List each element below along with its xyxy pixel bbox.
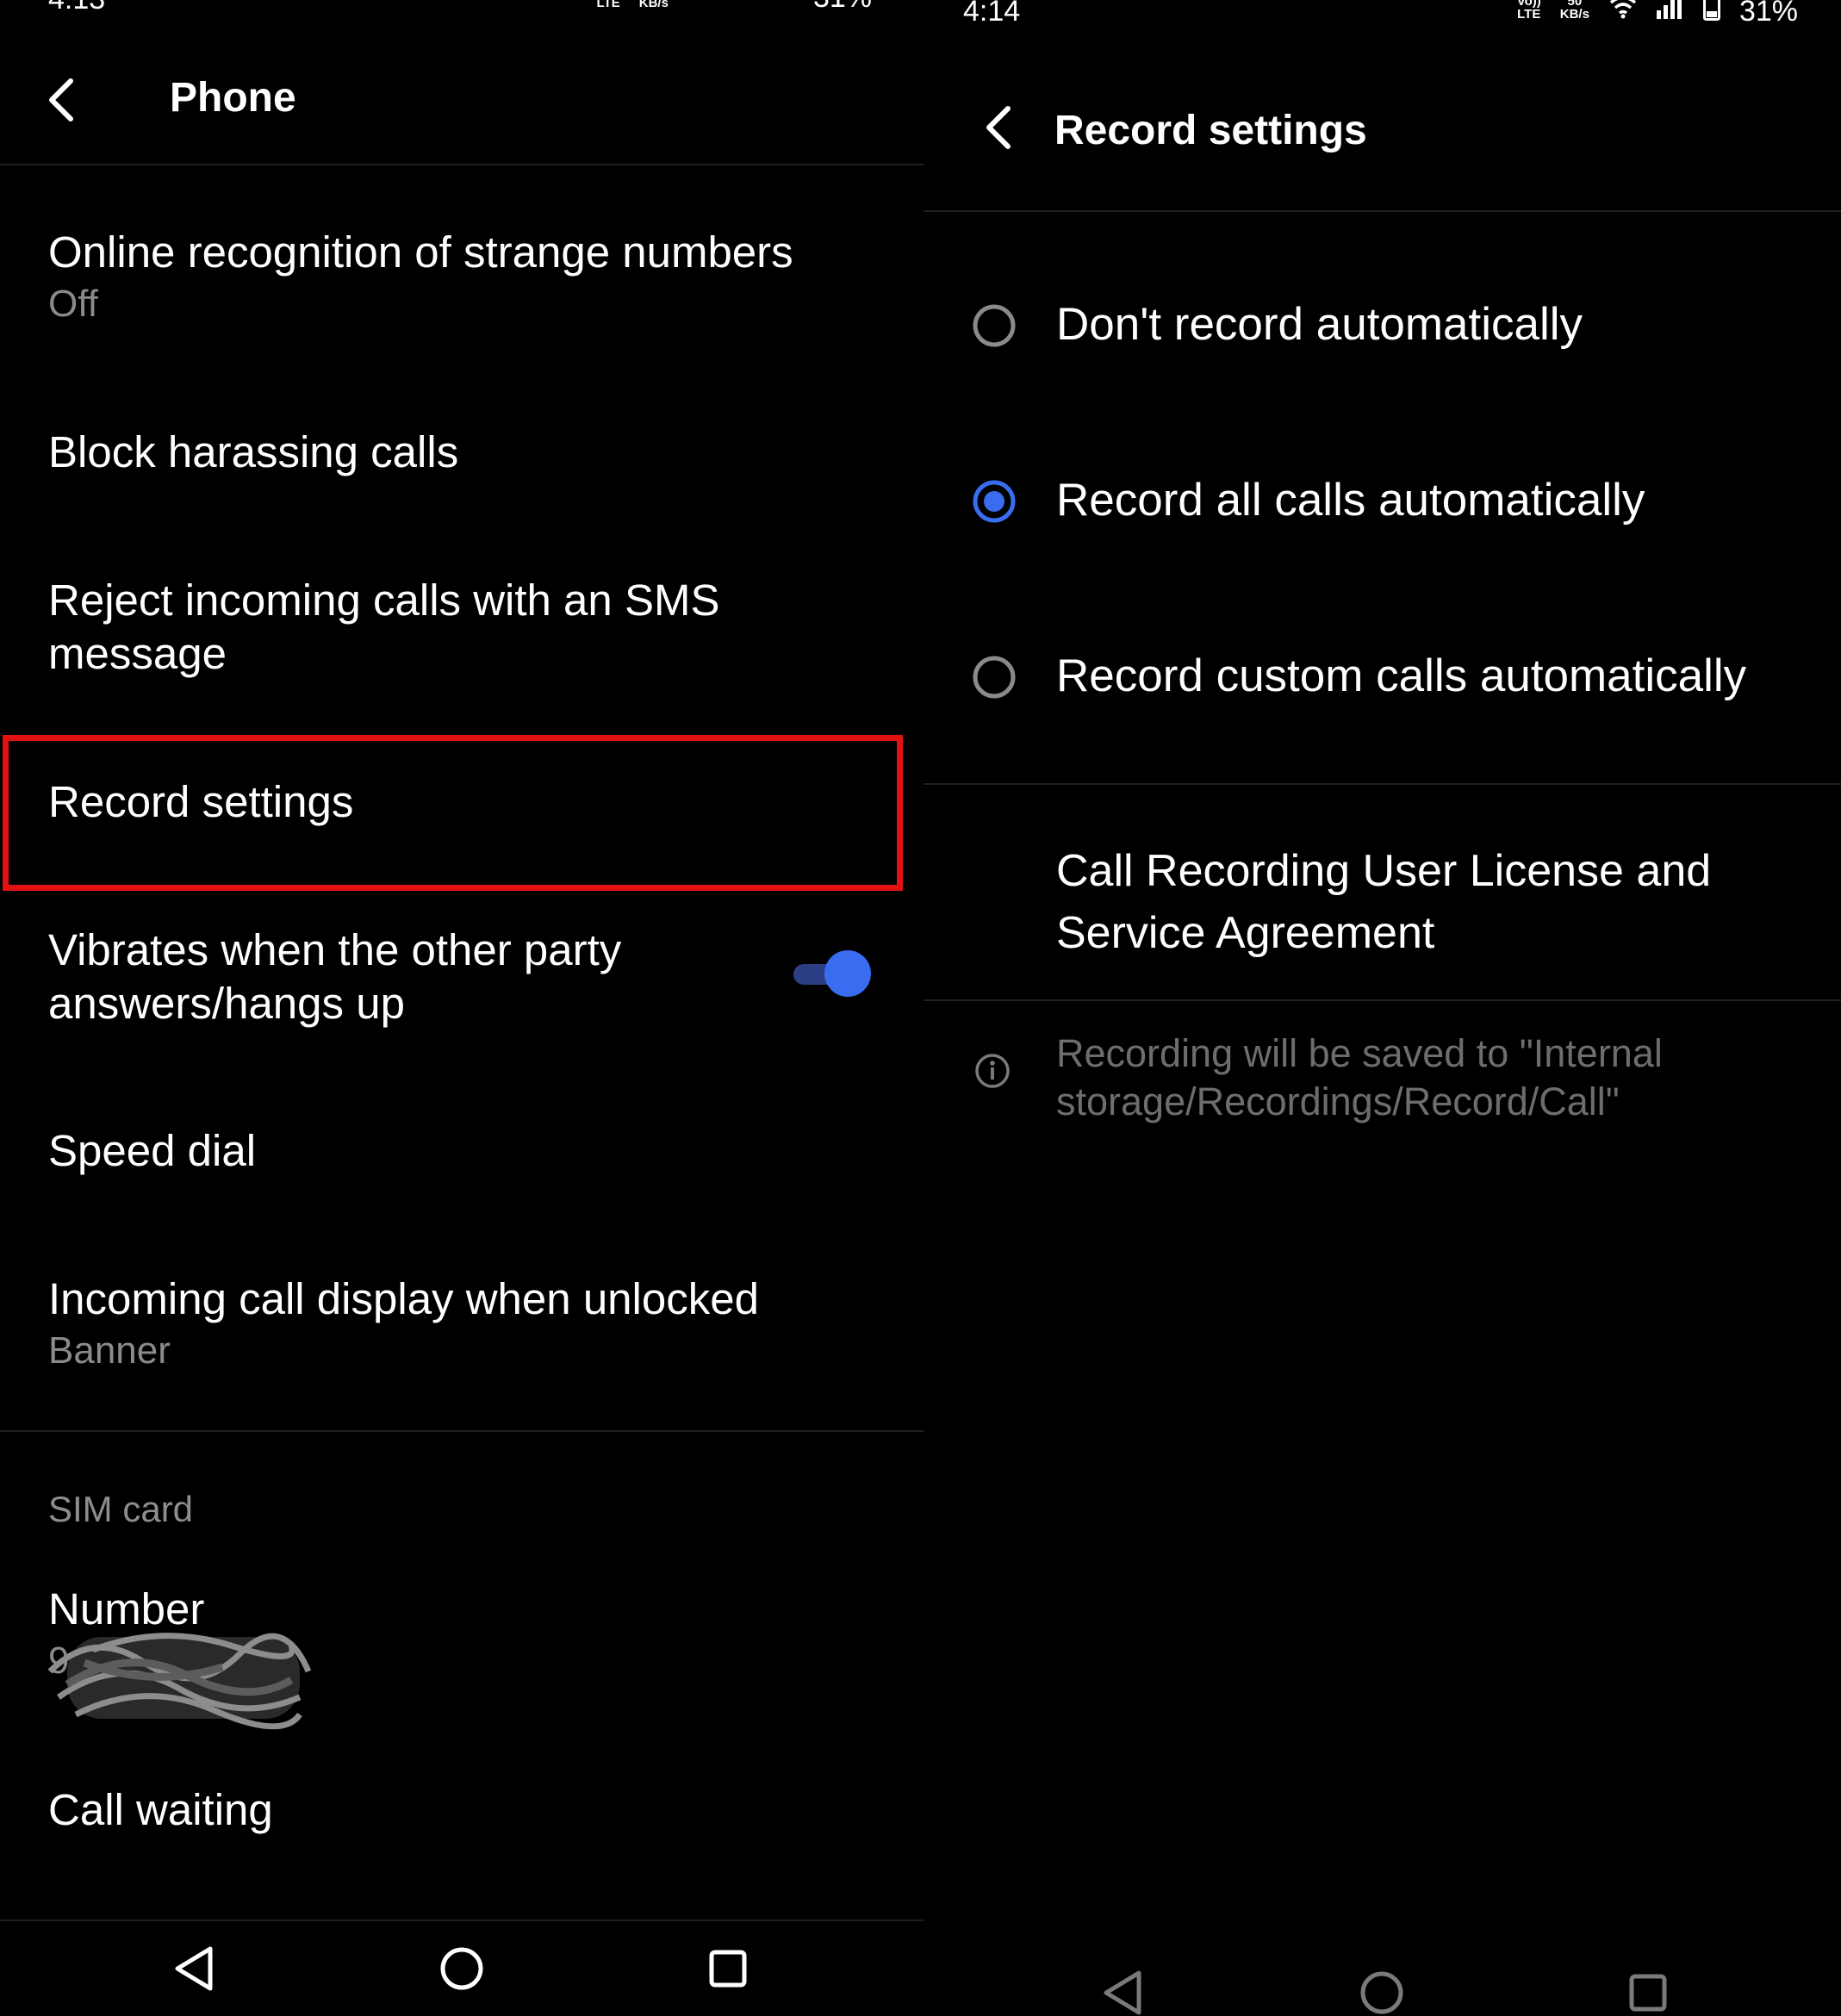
option-record-custom[interactable]: Record custom calls automatically — [924, 627, 1841, 731]
list-item-title: Speed dial — [48, 1126, 257, 1175]
list-item-call-waiting[interactable]: Call waiting — [48, 1783, 889, 1837]
list-item-subtitle: Banner — [48, 1329, 171, 1372]
radio-unselected-icon[interactable] — [972, 303, 1017, 348]
license-agreement-link[interactable]: Call Recording User License and Service … — [1056, 840, 1797, 964]
page-title: Record settings — [1054, 108, 1367, 153]
page-title: Phone — [170, 75, 296, 121]
list-item-title: Online recognition of strange numbers — [48, 227, 793, 277]
vibrate-toggle[interactable] — [793, 950, 871, 999]
section-label-sim-card: SIM card — [48, 1489, 194, 1529]
list-item-block-harassing-calls[interactable]: Block harassing calls — [48, 426, 889, 479]
section-divider — [924, 783, 1841, 785]
info-icon — [975, 1054, 1010, 1088]
highlight-box — [3, 735, 903, 891]
square-recents-icon[interactable] — [1618, 1963, 1678, 2016]
square-recents-icon[interactable] — [698, 1938, 758, 1999]
list-item-vibrate-on-answer[interactable]: Vibrates when the other party answers/ha… — [48, 924, 665, 1030]
list-item-title: Vibrates when the other party answers/ha… — [48, 925, 622, 1028]
triangle-back-icon[interactable] — [165, 1938, 226, 1999]
section-divider — [0, 1430, 924, 1432]
info-text: Recording will be saved to "Internal sto… — [1056, 1031, 1663, 1123]
option-label: Record all calls automatically — [1056, 475, 1645, 526]
section-divider — [924, 999, 1841, 1001]
redaction-scribble — [47, 1633, 312, 1730]
navigation-bar — [0, 1921, 924, 2016]
circle-home-icon[interactable] — [1352, 1963, 1412, 2016]
list-item-title: Incoming call display when unlocked — [48, 1274, 759, 1323]
radio-unselected-icon[interactable] — [972, 655, 1017, 700]
list-item-title: Call waiting — [48, 1785, 273, 1834]
circle-home-icon[interactable] — [432, 1938, 492, 1999]
list-item-speed-dial[interactable]: Speed dial — [48, 1124, 889, 1178]
option-dont-record[interactable]: Don't record automatically — [924, 276, 1841, 379]
option-record-all[interactable]: Record all calls automatically — [924, 451, 1841, 555]
list-item-incoming-call-display[interactable]: Incoming call display when unlocked Bann… — [48, 1272, 889, 1376]
list-item-online-recognition[interactable]: Online recognition of strange numbers Of… — [48, 226, 889, 329]
toggle-thumb — [824, 950, 871, 997]
back-arrow-icon[interactable] — [45, 76, 79, 124]
app-bar: Phone — [0, 0, 924, 165]
list-item-subtitle: Off — [48, 283, 98, 325]
back-arrow-icon[interactable] — [982, 103, 1017, 152]
radio-selected-icon[interactable] — [972, 479, 1017, 524]
list-item-reject-with-sms[interactable]: Reject incoming calls with an SMS messag… — [48, 574, 820, 681]
list-item-title: Block harassing calls — [48, 427, 459, 476]
phone-settings-screen: 4:13 LTE KB/s 31% Phone Online recogniti… — [0, 0, 924, 2016]
triangle-back-icon[interactable] — [1094, 1963, 1154, 2016]
navigation-bar — [924, 1945, 1841, 2016]
option-label: Record custom calls automatically — [1056, 650, 1747, 701]
option-label: Don't record automatically — [1056, 299, 1583, 350]
list-item-title: Reject incoming calls with an SMS messag… — [48, 576, 720, 678]
record-settings-screen: 4:14 Vo)) LTE 50 KB/s 31% Record setting… — [924, 0, 1841, 2016]
app-bar: Record settings — [924, 0, 1841, 212]
